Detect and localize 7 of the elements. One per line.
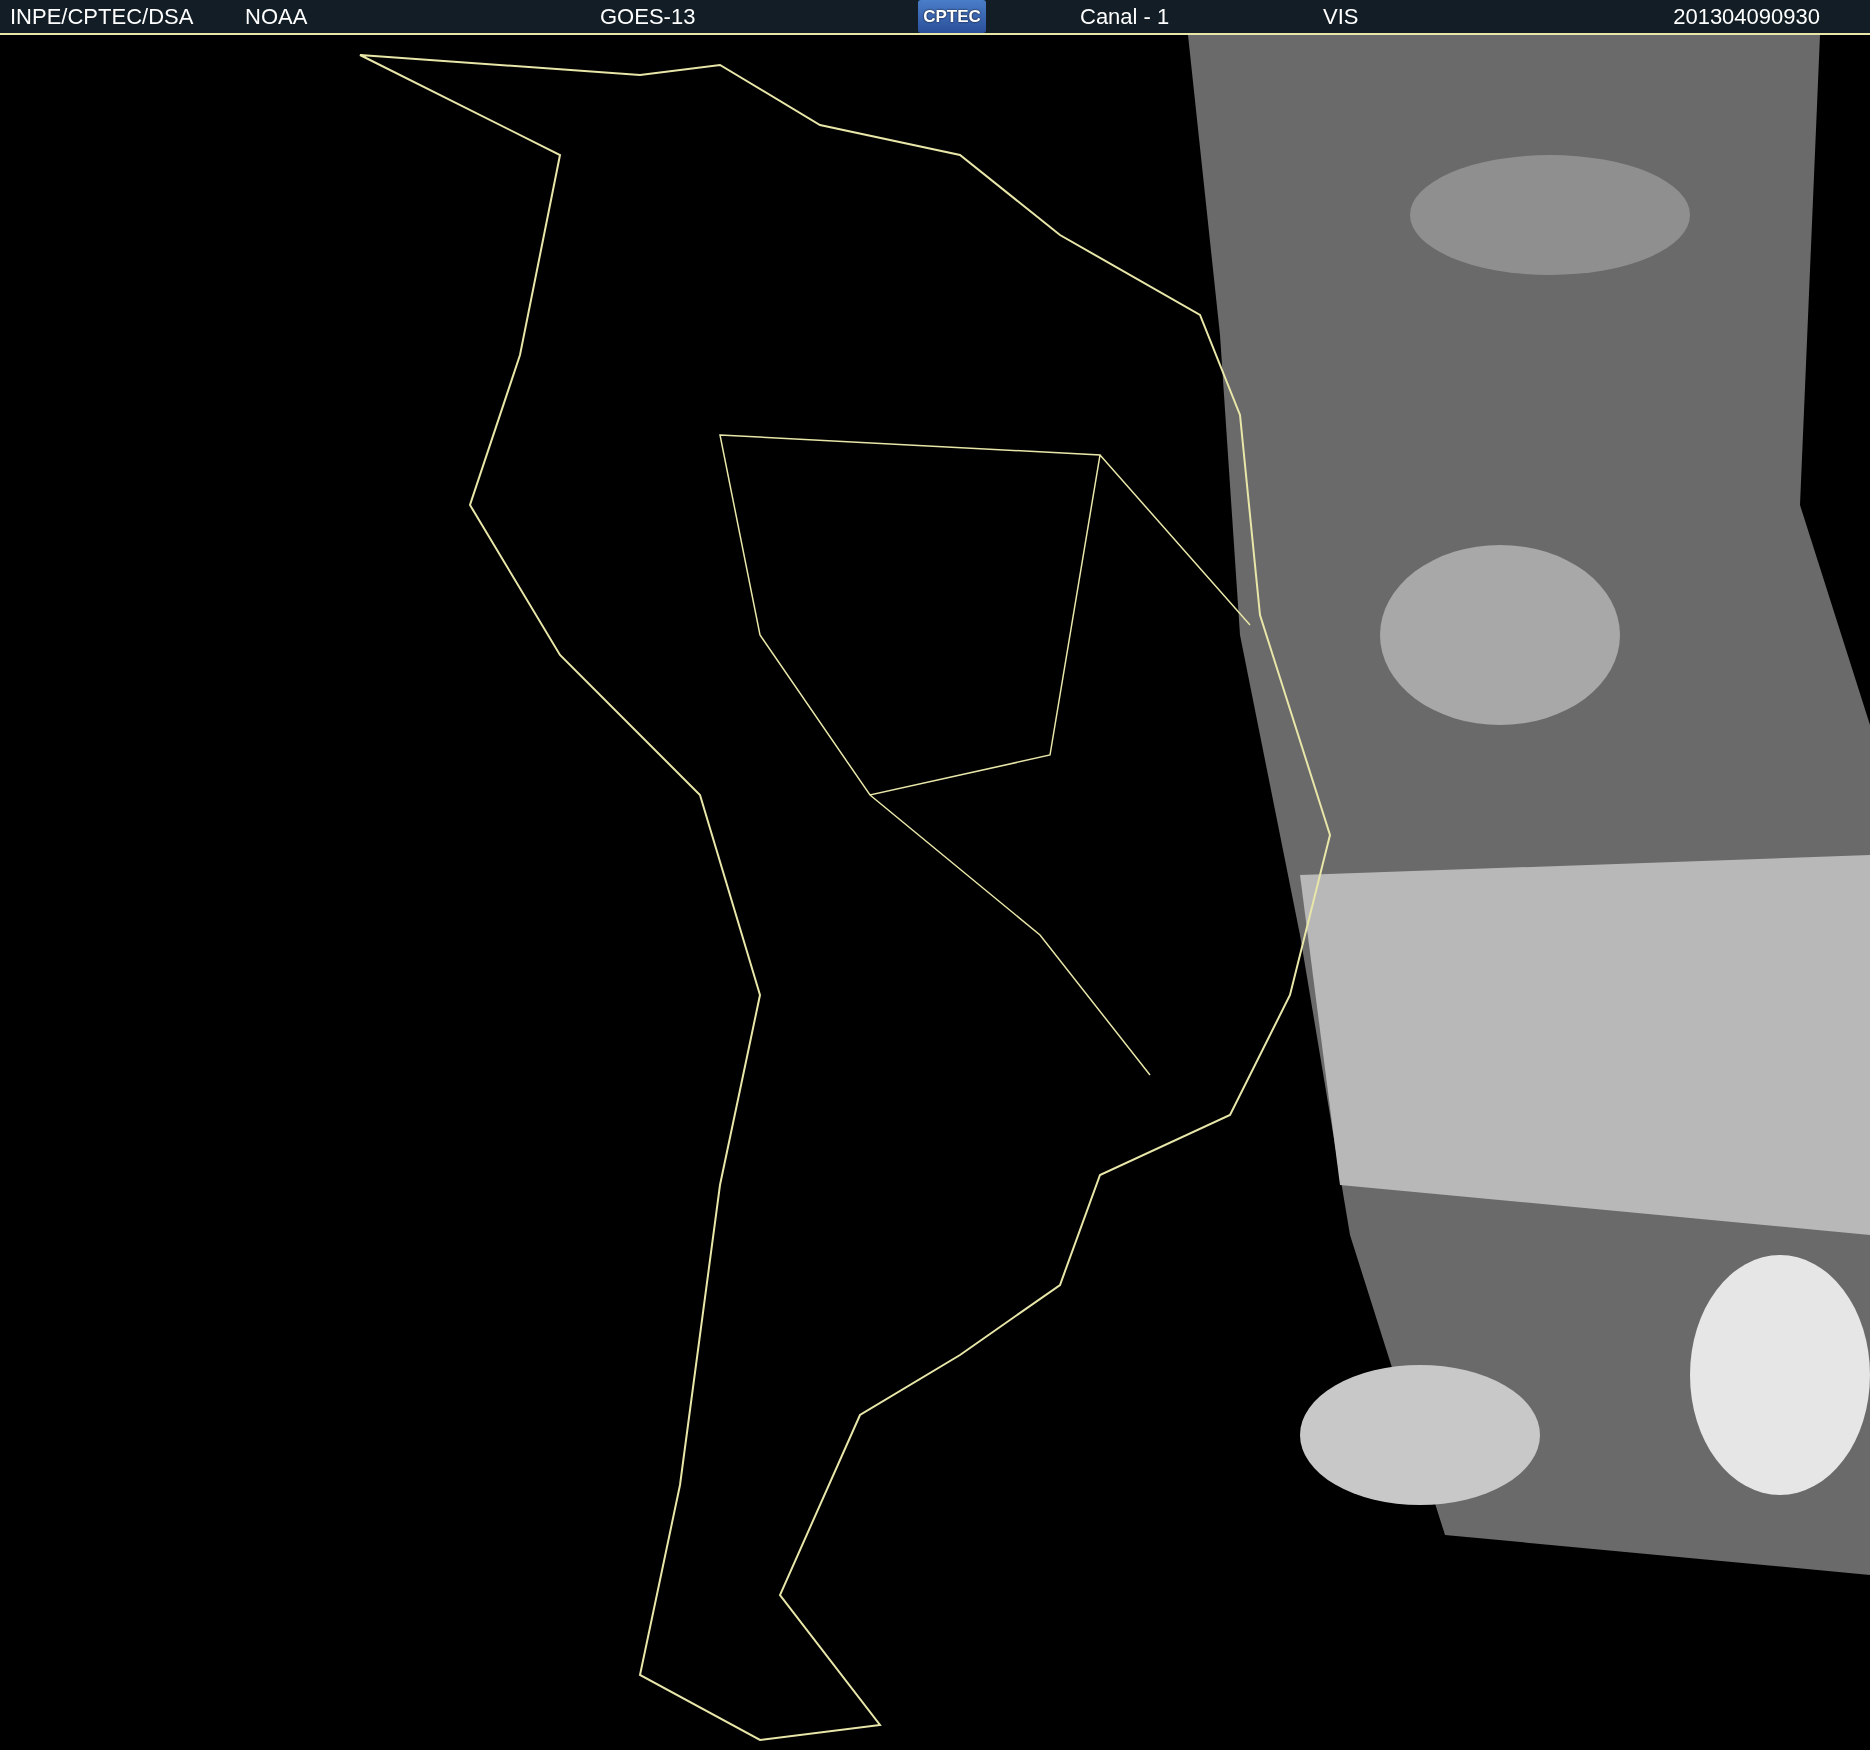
satellite-label: GOES-13	[600, 5, 697, 28]
channel-label: Canal - 1	[1080, 5, 1171, 28]
source-label: INPE/CPTEC/DSA	[10, 5, 195, 28]
logo: CPTEC	[918, 0, 986, 33]
band-label: VIS	[1323, 5, 1360, 28]
timestamp-label: 201304090930	[1673, 5, 1820, 28]
agency-label: NOAA	[245, 5, 309, 28]
